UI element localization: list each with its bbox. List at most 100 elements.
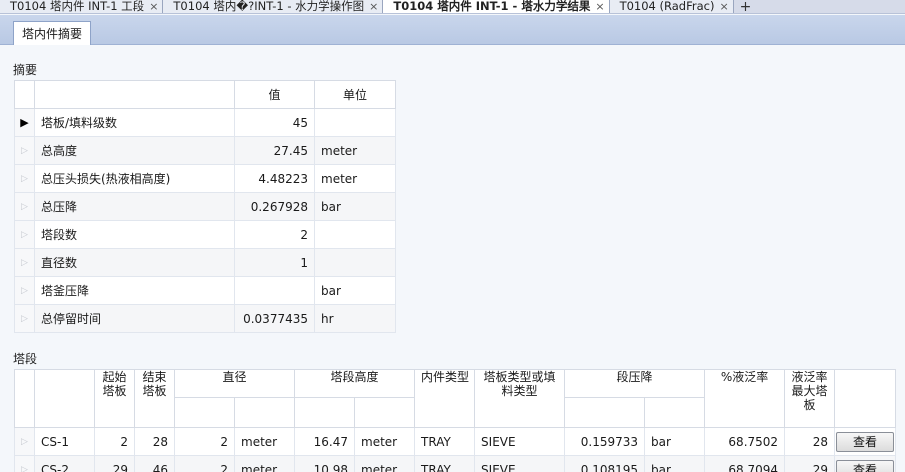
column-sections-table: 起始塔板 结束塔板 直径 塔段高度 内件类型 塔板类型或填料类型 段压降 %液泛…	[14, 369, 897, 472]
header-flood-percent: %液泛率	[704, 369, 786, 428]
flood-percent: 68.7502	[704, 427, 786, 456]
header-diameter-value	[174, 397, 235, 428]
tab-internals-summary[interactable]: 塔内件摘要	[13, 21, 91, 45]
start-tray: 29	[94, 455, 135, 472]
table-row[interactable]: ▷ 总高度 27.45 meter	[14, 136, 396, 165]
document-tab-bar: T0104 塔内件 INT-1 工段 × T0104 塔内�?INT-1 - 水…	[0, 0, 905, 14]
diameter-unit: meter	[233, 455, 296, 472]
property-unit: hr	[314, 304, 396, 333]
diameter-unit: meter	[233, 427, 296, 456]
add-tab-icon[interactable]: +	[734, 0, 758, 13]
end-tray: 28	[134, 427, 175, 456]
table-row[interactable]: ▷ CS-1 2 28 2 meter 16.47 meter TRAY SIE…	[14, 427, 897, 456]
height-value: 10.98	[294, 455, 356, 472]
property-value[interactable]: 45	[234, 108, 315, 137]
row-indicator-icon[interactable]: ▷	[14, 304, 35, 333]
close-icon[interactable]: ×	[369, 0, 378, 13]
header-section-name	[34, 369, 95, 428]
row-header-corner	[14, 80, 35, 109]
summary-section-label: 摘要	[13, 63, 38, 77]
property-name: 直径数	[34, 248, 235, 277]
property-unit	[314, 248, 396, 277]
property-value[interactable]	[234, 276, 315, 305]
doc-tab-radfrac[interactable]: T0104 (RadFrac) ×	[609, 0, 734, 13]
table-row[interactable]: ▷ 总停留时间 0.0377435 hr	[14, 304, 396, 333]
max-flood-tray: 29	[784, 455, 836, 472]
tray-type: SIEVE	[474, 427, 566, 456]
row-indicator-icon[interactable]: ▷	[14, 455, 35, 472]
property-name: 塔板/填料级数	[34, 108, 235, 137]
header-section-height: 塔段高度	[294, 369, 416, 398]
section-name: CS-1	[34, 427, 95, 456]
header-diameter-unit	[233, 397, 296, 428]
header-diameter: 直径	[173, 369, 296, 398]
table-row[interactable]: ▷ 总压头损失(热液相高度) 4.48223 meter	[14, 164, 396, 193]
section-name: CS-2	[34, 455, 95, 472]
property-name: 塔段数	[34, 220, 235, 249]
row-indicator-icon[interactable]: ▷	[14, 427, 35, 456]
end-tray: 46	[134, 455, 175, 472]
sections-header-row: 起始塔板 结束塔板 直径 塔段高度 内件类型 塔板类型或填料类型 段压降 %液泛…	[14, 369, 897, 428]
height-unit: meter	[354, 455, 416, 472]
close-icon[interactable]: ×	[719, 0, 728, 13]
sub-tab-strip: 塔内件摘要	[0, 15, 905, 45]
doc-tab-label: T0104 塔内件 INT-1 - 塔水力学结果	[393, 0, 591, 13]
start-tray: 2	[94, 427, 135, 456]
doc-tab-hydraulic-plot[interactable]: T0104 塔内�?INT-1 - 水力学操作图 ×	[163, 0, 384, 13]
property-value[interactable]: 1	[234, 248, 315, 277]
header-tray-or-packing-type: 塔板类型或填料类型	[474, 369, 566, 428]
property-name: 总压降	[34, 192, 235, 221]
diameter-value: 2	[174, 427, 235, 456]
close-icon[interactable]: ×	[595, 0, 604, 13]
diameter-value: 2	[174, 455, 235, 472]
sections-section-label: 塔段	[13, 352, 38, 366]
row-indicator-icon[interactable]: ▷	[14, 164, 35, 193]
doc-tab-label: T0104 (RadFrac)	[619, 0, 715, 13]
header-view	[834, 369, 897, 428]
row-indicator-icon[interactable]: ▷	[14, 276, 35, 305]
view-button[interactable]: 查看	[836, 431, 895, 452]
table-row[interactable]: ▷ 塔段数 2	[14, 220, 396, 249]
table-row[interactable]: ▷ 塔釜压降 bar	[14, 276, 396, 305]
row-indicator-icon[interactable]: ▷	[14, 220, 35, 249]
header-max-flood-tray: 液泛率最大塔板	[784, 369, 836, 428]
table-row[interactable]: ▷ 总压降 0.267928 bar	[14, 192, 396, 221]
table-row[interactable]: ▷ 直径数 1	[14, 248, 396, 277]
property-unit: bar	[314, 276, 396, 305]
property-value[interactable]: 0.267928	[234, 192, 315, 221]
table-row[interactable]: ▶ 塔板/填料级数 45	[14, 108, 396, 137]
property-name: 总高度	[34, 136, 235, 165]
view-cell: 查看	[834, 455, 897, 472]
tab-label: 塔内件摘要	[21, 27, 82, 41]
property-unit: meter	[314, 136, 396, 165]
header-height-unit	[354, 397, 416, 428]
property-unit	[314, 108, 396, 137]
internal-type: TRAY	[414, 427, 476, 456]
property-value[interactable]: 4.48223	[234, 164, 315, 193]
property-name: 总压头损失(热液相高度)	[34, 164, 235, 193]
view-button[interactable]: 查看	[836, 459, 895, 472]
property-value[interactable]: 27.45	[234, 136, 315, 165]
row-indicator-icon[interactable]: ▷	[14, 248, 35, 277]
header-height-value	[294, 397, 356, 428]
current-row-indicator-icon[interactable]: ▶	[14, 108, 35, 137]
close-icon[interactable]: ×	[149, 0, 158, 13]
header-unit: 单位	[314, 80, 396, 109]
internal-type: TRAY	[414, 455, 476, 472]
pressure-drop-unit: bar	[644, 455, 706, 472]
doc-tab-stage[interactable]: T0104 塔内件 INT-1 工段 ×	[0, 0, 164, 13]
height-value: 16.47	[294, 427, 356, 456]
doc-tab-label: T0104 塔内件 INT-1 工段	[10, 0, 145, 13]
flood-percent: 68.7094	[704, 455, 786, 472]
header-value: 值	[234, 80, 315, 109]
summary-table: 值 单位 ▶ 塔板/填料级数 45 ▷ 总高度 27.45 meter ▷ 总压…	[14, 80, 396, 333]
table-row[interactable]: ▷ CS-2 29 46 2 meter 10.98 meter TRAY SI…	[14, 455, 897, 472]
property-value[interactable]: 2	[234, 220, 315, 249]
doc-tab-hydraulic-results[interactable]: T0104 塔内件 INT-1 - 塔水力学结果 ×	[383, 0, 610, 13]
header-internal-type: 内件类型	[414, 369, 476, 428]
row-indicator-icon[interactable]: ▷	[14, 136, 35, 165]
property-unit: bar	[314, 192, 396, 221]
property-value[interactable]: 0.0377435	[234, 304, 315, 333]
row-indicator-icon[interactable]: ▷	[14, 192, 35, 221]
pressure-drop-unit: bar	[644, 427, 706, 456]
